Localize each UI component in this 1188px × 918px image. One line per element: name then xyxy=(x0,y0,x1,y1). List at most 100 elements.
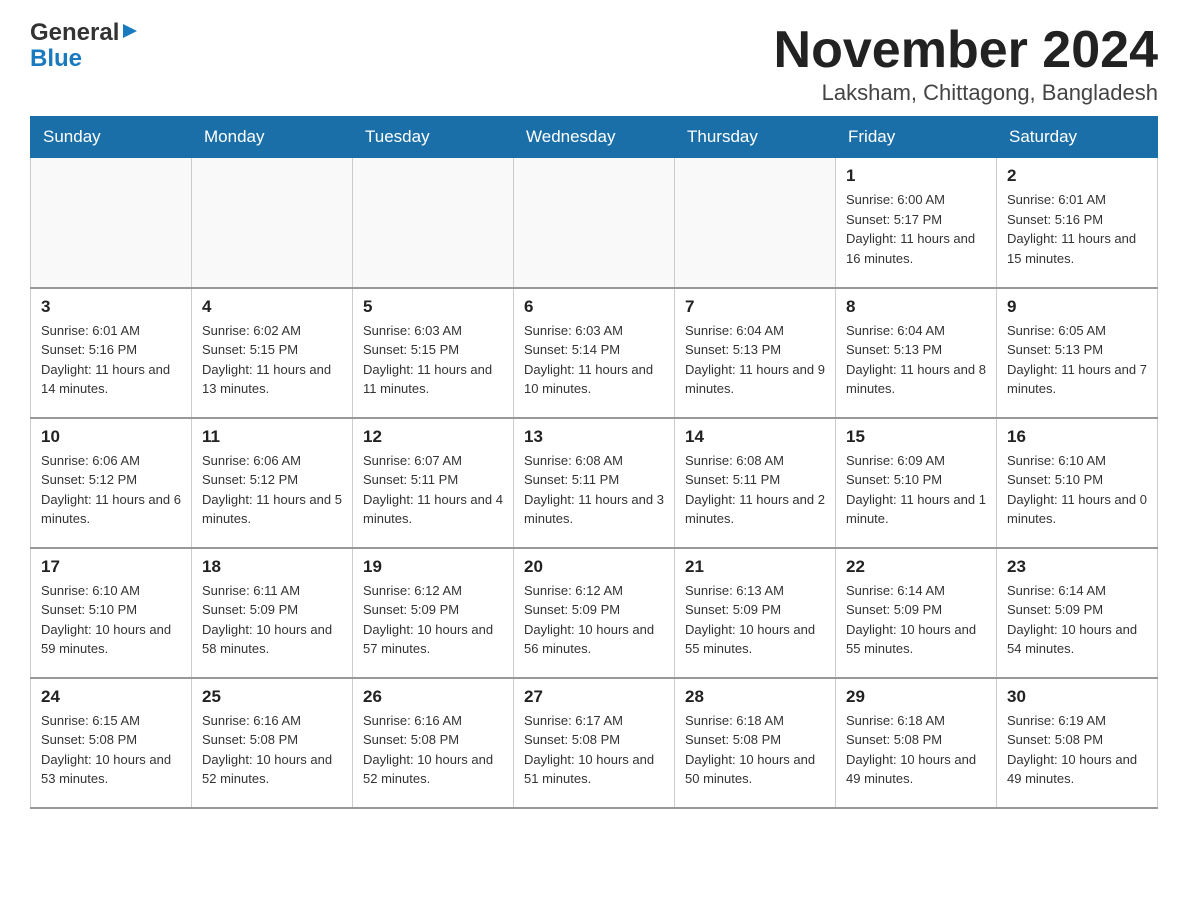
day-number: 5 xyxy=(363,297,503,317)
calendar-cell: 30 Sunrise: 6:19 AM Sunset: 5:08 PM Dayli… xyxy=(997,678,1158,808)
day-info: Sunrise: 6:12 AM Sunset: 5:09 PM Dayligh… xyxy=(524,581,664,659)
day-number: 24 xyxy=(41,687,181,707)
day-info: Sunrise: 6:00 AM Sunset: 5:17 PM Dayligh… xyxy=(846,190,986,268)
day-number: 18 xyxy=(202,557,342,577)
weekday-header-row: SundayMondayTuesdayWednesdayThursdayFrid… xyxy=(31,117,1158,158)
calendar-cell: 11 Sunrise: 6:06 AM Sunset: 5:12 PM Dayli… xyxy=(192,418,353,548)
day-info: Sunrise: 6:03 AM Sunset: 5:15 PM Dayligh… xyxy=(363,321,503,399)
calendar-cell: 25 Sunrise: 6:16 AM Sunset: 5:08 PM Dayli… xyxy=(192,678,353,808)
calendar-cell: 29 Sunrise: 6:18 AM Sunset: 5:08 PM Dayli… xyxy=(836,678,997,808)
day-number: 11 xyxy=(202,427,342,447)
day-info: Sunrise: 6:08 AM Sunset: 5:11 PM Dayligh… xyxy=(524,451,664,529)
page-header: General Blue November 2024 Laksham, Chit… xyxy=(30,20,1158,106)
calendar-cell: 15 Sunrise: 6:09 AM Sunset: 5:10 PM Dayli… xyxy=(836,418,997,548)
calendar-cell: 3 Sunrise: 6:01 AM Sunset: 5:16 PM Daylig… xyxy=(31,288,192,418)
calendar-cell: 10 Sunrise: 6:06 AM Sunset: 5:12 PM Dayli… xyxy=(31,418,192,548)
calendar-cell: 6Sunrise: 6:03 AM Sunset: 5:14 PM Daylig… xyxy=(514,288,675,418)
day-number: 21 xyxy=(685,557,825,577)
logo-blue-text: Blue xyxy=(30,45,82,72)
day-number: 16 xyxy=(1007,427,1147,447)
day-info: Sunrise: 6:04 AM Sunset: 5:13 PM Dayligh… xyxy=(685,321,825,399)
day-number: 22 xyxy=(846,557,986,577)
calendar-cell: 27Sunrise: 6:17 AM Sunset: 5:08 PM Dayli… xyxy=(514,678,675,808)
day-number: 30 xyxy=(1007,687,1147,707)
day-number: 12 xyxy=(363,427,503,447)
day-info: Sunrise: 6:08 AM Sunset: 5:11 PM Dayligh… xyxy=(685,451,825,529)
logo-arrow-icon xyxy=(121,21,139,45)
day-info: Sunrise: 6:14 AM Sunset: 5:09 PM Dayligh… xyxy=(846,581,986,659)
calendar-cell xyxy=(192,158,353,288)
day-number: 14 xyxy=(685,427,825,447)
calendar-cell: 1 Sunrise: 6:00 AM Sunset: 5:17 PM Daylig… xyxy=(836,158,997,288)
day-info: Sunrise: 6:05 AM Sunset: 5:13 PM Dayligh… xyxy=(1007,321,1147,399)
calendar-week-row: 1 Sunrise: 6:00 AM Sunset: 5:17 PM Daylig… xyxy=(31,158,1158,288)
day-info: Sunrise: 6:18 AM Sunset: 5:08 PM Dayligh… xyxy=(846,711,986,789)
day-number: 8 xyxy=(846,297,986,317)
calendar-cell: 13Sunrise: 6:08 AM Sunset: 5:11 PM Dayli… xyxy=(514,418,675,548)
calendar-cell: 7Sunrise: 6:04 AM Sunset: 5:13 PM Daylig… xyxy=(675,288,836,418)
calendar-cell xyxy=(675,158,836,288)
weekday-header-wednesday: Wednesday xyxy=(514,117,675,158)
day-number: 3 xyxy=(41,297,181,317)
calendar-cell: 16Sunrise: 6:10 AM Sunset: 5:10 PM Dayli… xyxy=(997,418,1158,548)
calendar-cell: 18 Sunrise: 6:11 AM Sunset: 5:09 PM Dayli… xyxy=(192,548,353,678)
logo: General Blue xyxy=(30,20,139,73)
calendar-header: SundayMondayTuesdayWednesdayThursdayFrid… xyxy=(31,117,1158,158)
day-info: Sunrise: 6:16 AM Sunset: 5:08 PM Dayligh… xyxy=(202,711,342,789)
calendar-cell: 17 Sunrise: 6:10 AM Sunset: 5:10 PM Dayli… xyxy=(31,548,192,678)
calendar-week-row: 3 Sunrise: 6:01 AM Sunset: 5:16 PM Daylig… xyxy=(31,288,1158,418)
day-info: Sunrise: 6:11 AM Sunset: 5:09 PM Dayligh… xyxy=(202,581,342,659)
calendar-title: November 2024 xyxy=(774,20,1158,80)
calendar-cell: 23 Sunrise: 6:14 AM Sunset: 5:09 PM Dayli… xyxy=(997,548,1158,678)
day-info: Sunrise: 6:02 AM Sunset: 5:15 PM Dayligh… xyxy=(202,321,342,399)
day-number: 25 xyxy=(202,687,342,707)
weekday-header-monday: Monday xyxy=(192,117,353,158)
day-info: Sunrise: 6:03 AM Sunset: 5:14 PM Dayligh… xyxy=(524,321,664,399)
day-number: 26 xyxy=(363,687,503,707)
calendar-body: 1 Sunrise: 6:00 AM Sunset: 5:17 PM Daylig… xyxy=(31,158,1158,808)
day-number: 17 xyxy=(41,557,181,577)
calendar-cell: 22 Sunrise: 6:14 AM Sunset: 5:09 PM Dayli… xyxy=(836,548,997,678)
day-number: 2 xyxy=(1007,166,1147,186)
calendar-subtitle: Laksham, Chittagong, Bangladesh xyxy=(774,80,1158,106)
day-number: 9 xyxy=(1007,297,1147,317)
day-number: 23 xyxy=(1007,557,1147,577)
day-info: Sunrise: 6:12 AM Sunset: 5:09 PM Dayligh… xyxy=(363,581,503,659)
calendar-cell: 24 Sunrise: 6:15 AM Sunset: 5:08 PM Dayli… xyxy=(31,678,192,808)
calendar-cell: 26 Sunrise: 6:16 AM Sunset: 5:08 PM Dayli… xyxy=(353,678,514,808)
calendar-cell: 20 Sunrise: 6:12 AM Sunset: 5:09 PM Dayli… xyxy=(514,548,675,678)
day-number: 10 xyxy=(41,427,181,447)
calendar-cell: 21 Sunrise: 6:13 AM Sunset: 5:09 PM Dayli… xyxy=(675,548,836,678)
day-info: Sunrise: 6:18 AM Sunset: 5:08 PM Dayligh… xyxy=(685,711,825,789)
day-info: Sunrise: 6:15 AM Sunset: 5:08 PM Dayligh… xyxy=(41,711,181,789)
weekday-header-tuesday: Tuesday xyxy=(353,117,514,158)
calendar-cell xyxy=(353,158,514,288)
calendar-cell xyxy=(31,158,192,288)
weekday-header-friday: Friday xyxy=(836,117,997,158)
day-info: Sunrise: 6:01 AM Sunset: 5:16 PM Dayligh… xyxy=(41,321,181,399)
weekday-header-sunday: Sunday xyxy=(31,117,192,158)
day-info: Sunrise: 6:19 AM Sunset: 5:08 PM Dayligh… xyxy=(1007,711,1147,789)
calendar-cell: 12Sunrise: 6:07 AM Sunset: 5:11 PM Dayli… xyxy=(353,418,514,548)
day-info: Sunrise: 6:09 AM Sunset: 5:10 PM Dayligh… xyxy=(846,451,986,529)
day-info: Sunrise: 6:16 AM Sunset: 5:08 PM Dayligh… xyxy=(363,711,503,789)
day-info: Sunrise: 6:06 AM Sunset: 5:12 PM Dayligh… xyxy=(202,451,342,529)
day-number: 28 xyxy=(685,687,825,707)
day-number: 19 xyxy=(363,557,503,577)
weekday-header-thursday: Thursday xyxy=(675,117,836,158)
weekday-header-saturday: Saturday xyxy=(997,117,1158,158)
day-number: 20 xyxy=(524,557,664,577)
day-number: 29 xyxy=(846,687,986,707)
day-info: Sunrise: 6:01 AM Sunset: 5:16 PM Dayligh… xyxy=(1007,190,1147,268)
calendar-cell: 9 Sunrise: 6:05 AM Sunset: 5:13 PM Daylig… xyxy=(997,288,1158,418)
day-info: Sunrise: 6:06 AM Sunset: 5:12 PM Dayligh… xyxy=(41,451,181,529)
day-info: Sunrise: 6:04 AM Sunset: 5:13 PM Dayligh… xyxy=(846,321,986,399)
day-info: Sunrise: 6:13 AM Sunset: 5:09 PM Dayligh… xyxy=(685,581,825,659)
day-number: 1 xyxy=(846,166,986,186)
day-number: 4 xyxy=(202,297,342,317)
day-info: Sunrise: 6:14 AM Sunset: 5:09 PM Dayligh… xyxy=(1007,581,1147,659)
calendar-cell: 8 Sunrise: 6:04 AM Sunset: 5:13 PM Daylig… xyxy=(836,288,997,418)
day-number: 15 xyxy=(846,427,986,447)
day-info: Sunrise: 6:10 AM Sunset: 5:10 PM Dayligh… xyxy=(41,581,181,659)
day-info: Sunrise: 6:17 AM Sunset: 5:08 PM Dayligh… xyxy=(524,711,664,789)
